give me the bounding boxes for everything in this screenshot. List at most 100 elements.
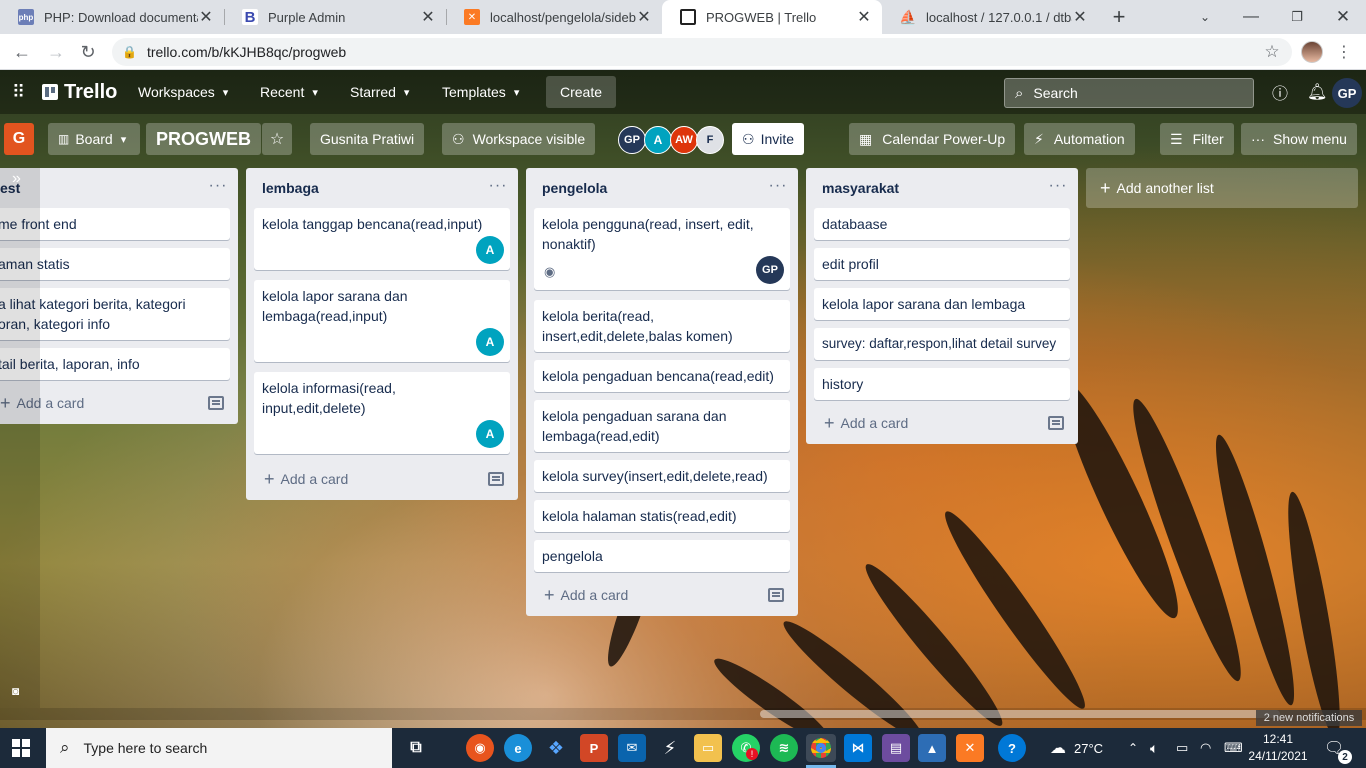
close-icon[interactable]: ✕ [856,7,872,27]
invite-button[interactable]: ⚇ Invite [732,123,805,155]
list-card[interactable]: history [814,368,1070,400]
lightning-app-icon[interactable]: ⚡︎ [656,734,684,762]
member-avatar[interactable]: AW [670,126,698,154]
list-card[interactable]: kelola survey(insert,edit,delete,read) [534,460,790,492]
card-member-avatar[interactable]: A [476,328,504,356]
task-view-icon[interactable]: ⧉ [402,734,430,762]
close-icon[interactable]: ✕ [420,7,436,27]
card-member-avatar[interactable]: A [476,236,504,264]
spotify-icon[interactable]: ≋ [770,734,798,762]
list-card[interactable]: survey: daftar,respon,lihat detail surve… [814,328,1070,360]
minimize-button[interactable]: — [1236,0,1266,34]
notifications-toast[interactable]: 2 new notifications [1256,710,1362,726]
card-template-icon[interactable] [1048,416,1064,430]
wifi-icon[interactable]: ◠ [1200,728,1211,768]
volume-icon[interactable]: 🔈︎ [1150,728,1158,768]
keyboard-icon[interactable]: ⌨ [1224,728,1243,768]
list-card[interactable]: kelola informasi(read, input,edit,delete… [254,372,510,454]
taskbar-clock[interactable]: 12:41 24/11/2021 [1248,731,1308,765]
list-card[interactable]: kelola lapor sarana dan lembaga(read,inp… [254,280,510,362]
search-input[interactable]: ⌕ Search [1004,78,1254,108]
powerpoint-icon[interactable]: P [580,734,608,762]
browser-tab-trello[interactable]: PROGWEB | Trello ✕ [662,0,882,34]
nav-workspaces[interactable]: Workspaces ▾ [128,76,238,108]
mail-icon[interactable]: ✉ [618,734,646,762]
workspace-logo[interactable]: G [4,123,34,155]
card-template-icon[interactable] [208,396,224,410]
close-icon[interactable]: ✕ [1072,7,1088,27]
file-explorer-icon[interactable]: ▭ [694,734,722,762]
browser-tab-phpmyadmin[interactable]: ⛵ localhost / 127.0.0.1 / dtbase ✕ [882,0,1098,34]
show-menu-button[interactable]: ··· Show menu [1241,123,1357,155]
tab-search-chevron-icon[interactable]: ⌄ [1192,0,1218,34]
expand-sidebar-icon[interactable]: » [12,170,21,188]
scrollbar-thumb[interactable] [760,710,1280,718]
card-template-icon[interactable] [488,472,504,486]
nav-templates[interactable]: Templates ▾ [432,76,529,108]
list-menu-icon[interactable]: ··· [484,174,512,198]
list-card[interactable]: kelola pengaduan sarana dan lembaga(read… [534,400,790,452]
list-menu-icon[interactable]: ··· [204,174,232,198]
member-avatar[interactable]: F [696,126,724,154]
list-title[interactable]: pengelola [542,180,607,196]
help-icon[interactable]: ? [998,734,1026,762]
list-card[interactable]: kelola berita(read, insert,edit,delete,b… [534,300,790,352]
calendar-powerup-button[interactable]: ▦ Calendar Power-Up [849,123,1016,155]
add-card-button[interactable]: + Add a card [544,581,628,609]
browser-menu-icon[interactable]: ⋮ [1330,38,1358,66]
list-menu-icon[interactable]: ··· [1044,174,1072,198]
board-view-switcher[interactable]: ▥ Board ▾ [48,123,140,155]
nav-starred[interactable]: Starred ▾ [340,76,419,108]
list-card[interactable]: kelola halaman statis(read,edit) [534,500,790,532]
list-menu-icon[interactable]: ··· [764,174,792,198]
forward-arrow-icon[interactable]: → [42,38,70,66]
workspace-name-button[interactable]: Gusnita Pratiwi [310,123,425,155]
card-member-avatar[interactable]: GP [756,256,784,284]
browser-tab-purple-admin[interactable]: B Purple Admin ✕ [224,0,446,34]
firefox-icon[interactable]: ◉ [466,734,494,762]
trello-logo[interactable]: Trello [32,76,127,108]
create-button[interactable]: Create [546,76,617,108]
user-avatar[interactable]: GP [1332,78,1362,108]
list-card[interactable]: kelola tanggap bencana(read,input) A [254,208,510,270]
list-card[interactable]: databaase [814,208,1070,240]
browser-tab-localhost-sidebar[interactable]: ✕ localhost/pengelola/sidebar.p ✕ [446,0,662,34]
list-card[interactable]: edit profil [814,248,1070,280]
tray-chevron-icon[interactable]: ⌃ [1128,728,1138,768]
filter-button[interactable]: ☰ Filter [1160,123,1234,155]
list-title[interactable]: lembaga [262,180,319,196]
add-card-button[interactable]: + Add a card [824,409,908,437]
browser-profile-avatar[interactable] [1301,41,1323,63]
list-card[interactable]: kelola pengguna(read, insert, edit, nona… [534,208,790,290]
member-avatar[interactable]: A [644,126,672,154]
card-member-avatar[interactable]: A [476,420,504,448]
info-icon[interactable]: ⓘ [1262,76,1298,108]
add-card-button[interactable]: + Add a card [264,465,348,493]
battery-icon[interactable]: ▭ [1176,728,1188,768]
member-avatar[interactable]: GP [618,126,646,154]
dropbox-icon[interactable]: ❖ [542,734,570,762]
automation-button[interactable]: ⚡︎ Automation [1024,123,1135,155]
address-bar[interactable]: 🔒 trello.com/b/kKJHB8qc/progweb [112,38,1292,66]
board-title[interactable]: PROGWEB [146,123,262,155]
windows-start-icon[interactable] [12,739,30,757]
bookmark-star-icon[interactable]: ☆ [1258,38,1286,66]
winrar-icon[interactable]: ▤ [882,734,910,762]
reload-icon[interactable]: ↻ [74,38,102,66]
back-arrow-icon[interactable]: ← [8,38,36,66]
board-horizontal-scrollbar[interactable] [0,708,1366,720]
new-tab-button[interactable]: + [1106,0,1132,34]
edge-icon[interactable]: e [504,734,532,762]
weather-widget[interactable]: ☁ 27°C [1050,728,1103,768]
card-template-icon[interactable] [768,588,784,602]
list-card[interactable]: pengelola [534,540,790,572]
list-card[interactable]: kelola lapor sarana dan lembaga [814,288,1070,320]
add-list-button[interactable]: + Add another list [1086,168,1358,208]
maximize-button[interactable]: ❐ [1282,0,1312,34]
photos-icon[interactable]: ▲ [918,734,946,762]
nav-recent[interactable]: Recent ▾ [250,76,328,108]
visibility-button[interactable]: ⚇ Workspace visible [442,123,596,155]
xampp-icon[interactable]: ✕ [956,734,984,762]
close-icon[interactable]: ✕ [198,7,214,27]
app-switcher-grid-icon[interactable]: ⠿ [2,76,35,108]
